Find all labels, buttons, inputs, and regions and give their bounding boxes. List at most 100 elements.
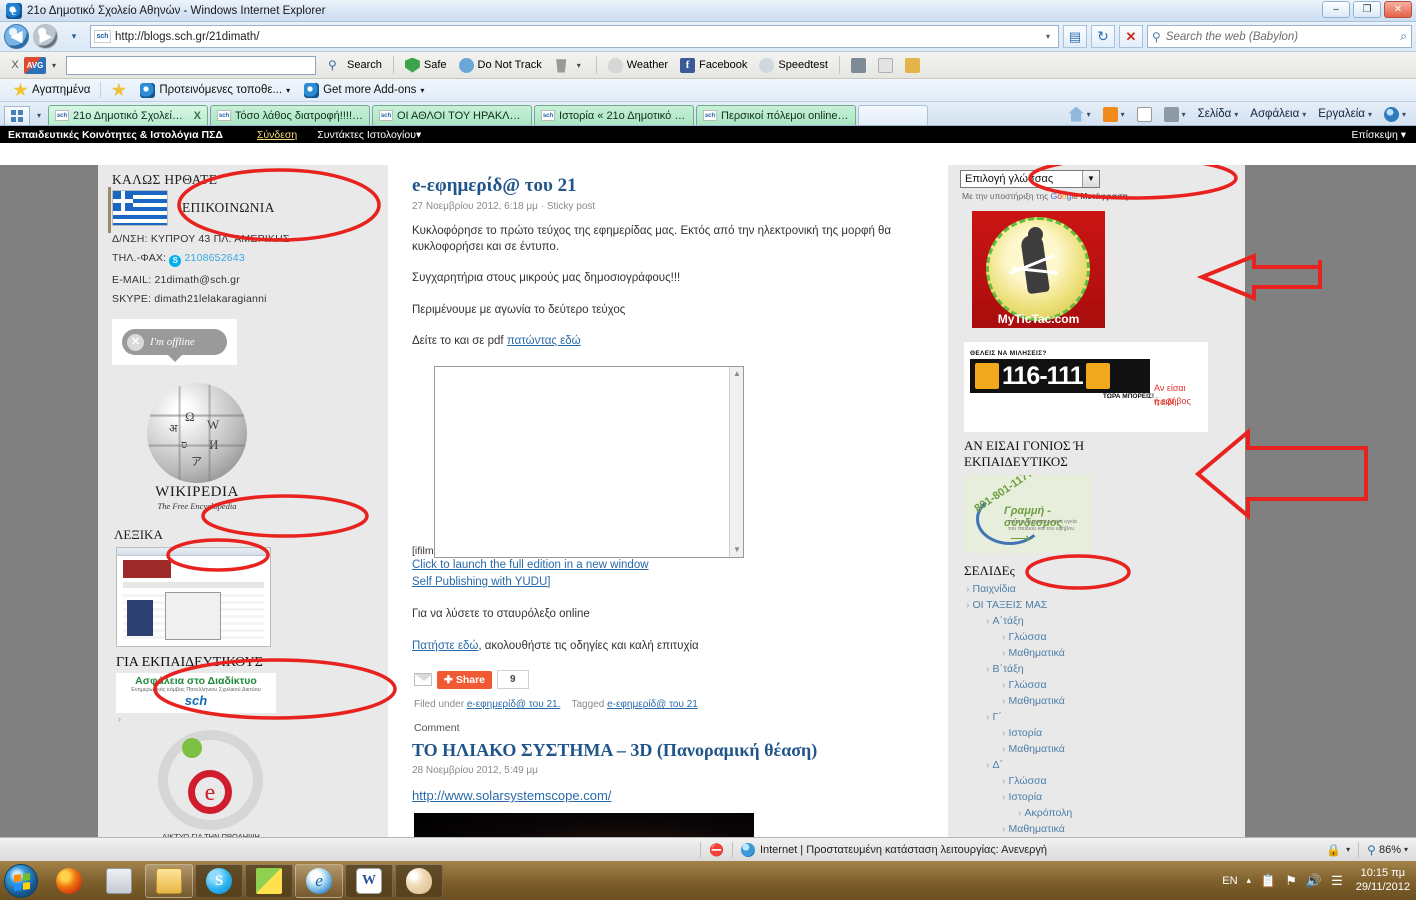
category-link[interactable]: e-εφημερίδ@ του 21.: [467, 699, 561, 710]
url-bar[interactable]: sch http://blogs.sch.gr/21dimath/ ▾: [90, 25, 1059, 48]
scroll-up-icon[interactable]: ▲: [730, 367, 744, 381]
avg-close-button[interactable]: X: [6, 59, 24, 71]
skype-icon[interactable]: S: [169, 255, 182, 267]
taskbar-explorer[interactable]: [145, 863, 193, 898]
pages-tree-item[interactable]: › Μαθηματικά: [960, 741, 1233, 757]
share-button[interactable]: ✚ Share: [437, 670, 492, 689]
clock[interactable]: 10:15 πμ 29/11/2012: [1352, 867, 1410, 895]
new-tab-button[interactable]: [858, 105, 928, 125]
pages-tree-item[interactable]: › Γλώσσα: [960, 677, 1233, 693]
minimize-button[interactable]: –: [1322, 1, 1350, 18]
pages-tree-item[interactable]: › Μαθηματικά: [960, 821, 1233, 837]
pages-tree-item[interactable]: › Β΄τάξη: [960, 661, 1233, 677]
page-menu-button[interactable]: Σελίδα ▾: [1192, 108, 1245, 120]
taskbar-skype[interactable]: S: [195, 863, 243, 898]
start-button[interactable]: [4, 863, 38, 898]
helpline-116111-banner[interactable]: ΘΕΛΕΙΣ ΝΑ ΜΙΛΗΣΕΙΣ? 116-111 ΤΩΡΑ ΜΠΟΡΕΙΣ…: [964, 342, 1208, 432]
tab-list-button[interactable]: ▾: [32, 106, 46, 125]
pages-tree-item[interactable]: › Ακρόπολη: [960, 805, 1233, 821]
popup-blocked-indicator[interactable]: ⛔: [701, 838, 732, 861]
maximize-button[interactable]: ❐: [1353, 1, 1381, 18]
taskbar-paint[interactable]: [395, 863, 443, 898]
close-button[interactable]: ✕: [1384, 1, 1412, 18]
compatibility-view-button[interactable]: ▤: [1063, 25, 1087, 48]
taskbar-calculator[interactable]: [95, 864, 143, 898]
chevron-down-icon[interactable]: ▾: [1087, 110, 1091, 119]
embed-yudu-link[interactable]: Self Publishing with YUDU]: [412, 574, 934, 591]
security-zone-indicator[interactable]: Internet | Προστατευμένη κατάσταση λειτο…: [733, 838, 1055, 861]
pages-tree-item[interactable]: › Παιχνίδια: [960, 581, 1233, 597]
internet-safety-banner[interactable]: Ασφάλεια στο Διαδίκτυο Ενημερωτικός κόμβ…: [116, 673, 276, 713]
skype-status-button[interactable]: ✕ I'm offline: [112, 319, 237, 365]
back-button[interactable]: ◀: [4, 24, 29, 49]
browser-tab-5[interactable]: sch Περσικοί πόλεμοι online ...: [696, 105, 856, 125]
avg-menu-caret-icon[interactable]: ▾: [48, 61, 60, 70]
taskbar-word[interactable]: W: [345, 863, 393, 898]
grammi-syndesmos-banner[interactable]: 801-801-1177 Γραμμή - σύνδεσμος για την …: [964, 474, 1092, 553]
avg-facebook-button[interactable]: f Facebook: [674, 57, 753, 73]
safety-menu-button[interactable]: Ασφάλεια ▾: [1244, 108, 1312, 120]
chevron-down-icon[interactable]: ▾: [1402, 110, 1406, 119]
admin-bar-visit-link[interactable]: Επίσκεψη ▾: [1351, 129, 1408, 141]
crossword-link[interactable]: Πατήστε εδώ: [412, 640, 478, 652]
pages-tree-item[interactable]: › Ιστορία: [960, 789, 1233, 805]
chevron-down-icon[interactable]: ▾: [286, 86, 290, 95]
pages-tree-item[interactable]: › Ιστορία: [960, 725, 1233, 741]
pages-tree-item[interactable]: › Α΄τάξη: [960, 613, 1233, 629]
admin-bar-authors-link[interactable]: Συντάκτες Ιστολογίου▾: [307, 129, 431, 141]
chevron-down-icon[interactable]: ▾: [1182, 110, 1186, 119]
taskbar-sticky-notes[interactable]: [245, 863, 293, 898]
tag-link[interactable]: e-εφημερίδ@ του 21: [607, 699, 698, 710]
chevron-down-icon[interactable]: ▼: [1082, 171, 1099, 187]
avg-calculator-button[interactable]: [845, 57, 872, 73]
post-1-comment-link[interactable]: Comment: [414, 722, 934, 734]
babylon-search-box[interactable]: ⚲ Search the web (Babylon) ⌕: [1147, 25, 1412, 48]
email-share-icon[interactable]: [414, 673, 433, 687]
chevron-down-icon[interactable]: ▾: [573, 61, 585, 70]
embed-scrollbar[interactable]: ▲ ▼: [729, 366, 744, 557]
browser-tab-2[interactable]: sch Τόσο λάθος διατροφή!!!! «...: [210, 105, 370, 125]
solar-system-link[interactable]: http://www.solarsystemscope.com/: [412, 788, 611, 803]
signal-icon[interactable]: ☰: [1331, 873, 1343, 889]
quick-tabs-button[interactable]: [4, 106, 30, 125]
avg-weather-button[interactable]: Weather: [602, 57, 674, 73]
pages-tree-item[interactable]: › Γλώσσα: [960, 773, 1233, 789]
pages-tree-item[interactable]: › Γ΄: [960, 709, 1233, 725]
print-button[interactable]: ▾: [1158, 106, 1192, 122]
anti-corporal-punishment-logo[interactable]: e: [158, 730, 263, 830]
home-button[interactable]: ▾: [1063, 106, 1097, 122]
language-indicator[interactable]: EN: [1222, 875, 1237, 887]
help-menu-button[interactable]: ▾: [1378, 106, 1412, 122]
taskbar-internet-explorer[interactable]: e: [295, 863, 343, 898]
embed-launch-link[interactable]: Click to launch the full edition in a ne…: [412, 557, 934, 574]
favorites-item-get-more-addons[interactable]: Get more Add-ons ▾: [297, 82, 431, 98]
avg-search-button[interactable]: ⚲ Search: [322, 58, 388, 73]
mail-button[interactable]: [1131, 106, 1158, 122]
stop-button[interactable]: ✕: [1119, 25, 1143, 48]
pages-tree-item[interactable]: › Δ΄: [960, 757, 1233, 773]
avg-shredder-button[interactable]: ▾: [548, 58, 591, 73]
favorites-button[interactable]: Αγαπημένα: [6, 82, 97, 98]
url-text[interactable]: http://blogs.sch.gr/21dimath/: [115, 31, 1037, 43]
browser-tab-3[interactable]: sch ΟΙ ΑΘΛΟΙ ΤΟΥ ΗΡΑΚΛΗ « ...: [372, 105, 532, 125]
chevron-down-icon[interactable]: ▾: [1302, 110, 1306, 119]
chevron-down-icon[interactable]: ▾: [420, 86, 424, 95]
avg-speedtest-button[interactable]: Speedtest: [753, 57, 834, 73]
avg-search-input[interactable]: [66, 55, 317, 75]
favorites-item-suggested-sites[interactable]: Προτεινόμενες τοποθε... ▾: [133, 82, 297, 98]
chevron-down-icon[interactable]: ▾: [1404, 845, 1408, 854]
forward-button[interactable]: ▶: [33, 24, 58, 49]
history-dropdown-button[interactable]: ▾: [62, 25, 86, 48]
chevron-down-icon[interactable]: ▾: [1368, 110, 1372, 119]
taskbar-firefox[interactable]: [45, 864, 93, 898]
pages-tree-item[interactable]: › ΟΙ ΤΑΞΕΙΣ ΜΑΣ: [960, 597, 1233, 613]
phone-number[interactable]: 2108652643: [184, 252, 244, 264]
tab-close-icon[interactable]: X: [194, 110, 201, 122]
zoom-control[interactable]: ⚲ 86% ▾: [1359, 843, 1416, 857]
pdf-link[interactable]: πατώντας εδώ: [507, 335, 581, 347]
post-1-title[interactable]: e-εφημερίδ@ του 21: [412, 175, 934, 197]
language-select[interactable]: Επιλογή γλώσσας ▼: [960, 170, 1100, 188]
avg-safe-button[interactable]: Safe: [399, 57, 453, 73]
feeds-button[interactable]: ▾: [1097, 106, 1131, 122]
avg-notepad-button[interactable]: [872, 57, 899, 73]
